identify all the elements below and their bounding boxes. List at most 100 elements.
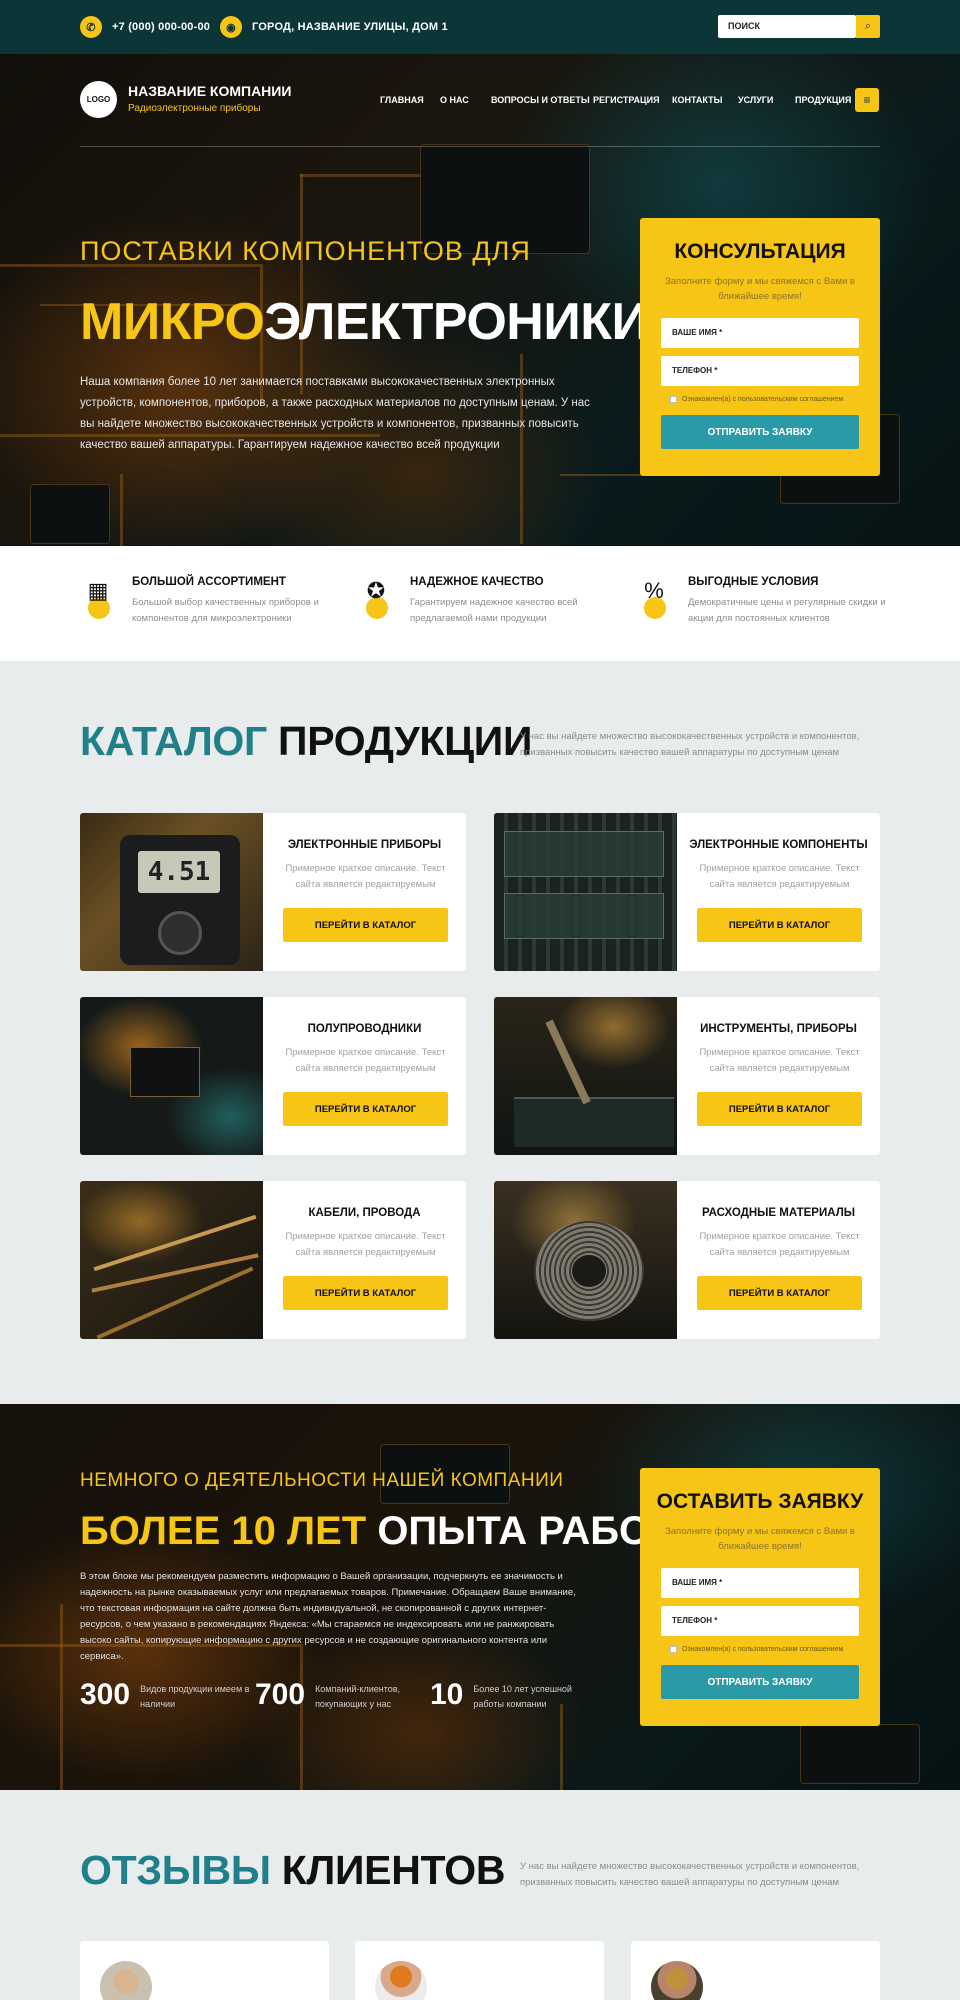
request-phone-field[interactable]: ТЕЛЕФОН * [661, 1606, 859, 1636]
catalog-button[interactable]: ПЕРЕЙТИ В КАТАЛОГ [283, 1276, 448, 1310]
location-icon: ◉ [220, 16, 242, 38]
feature-title: БОЛЬШОЙ АССОРТИМЕНТ [132, 576, 286, 588]
feature-text: Гарантируем надежное качество всей предл… [410, 597, 578, 624]
catalog-title: КАТАЛОГ ПРОДУКЦИИ [80, 718, 532, 765]
avatar [100, 1961, 152, 2000]
multimeter-image: 4.51 [80, 813, 263, 971]
feature-title: ВЫГОДНЫЕ УСЛОВИЯ [688, 576, 819, 588]
review-card [80, 1941, 329, 2000]
consult-form-title: КОНСУЛЬТАЦИЯ [674, 240, 846, 263]
avatar [375, 1961, 427, 2000]
consult-agree-label: Ознакомлен(а) с пользовательским соглаше… [682, 396, 844, 403]
review-card [631, 1941, 880, 2000]
checkbox-icon [670, 396, 677, 403]
card-title: КАБЕЛИ, ПРОВОДА [308, 1207, 421, 1219]
phone-contact[interactable]: ✆ +7 (000) 000-00-00 [80, 16, 210, 38]
stat-label: Компаний-клиентов, покупающих у нас [315, 1684, 400, 1709]
catalog-description: У нас вы найдете множество высококачеств… [520, 731, 860, 758]
stat-label: Более 10 лет успешной работы компании [473, 1684, 572, 1709]
stat-years: 10 Более 10 лет успешной работы компании [430, 1680, 583, 1712]
circuit-boards-image [494, 813, 677, 971]
catalog-card-tools[interactable]: ИНСТРУМЕНТЫ, ПРИБОРЫ Примерное краткое о… [494, 997, 880, 1155]
menu-icon: ≡ [863, 93, 871, 107]
header-divider [80, 146, 880, 147]
consult-agree-checkbox[interactable]: Ознакомлен(а) с пользовательским соглаше… [670, 396, 843, 403]
soldering-image [494, 997, 677, 1155]
reviews-title-rest: КЛИЕНТОВ [270, 1847, 506, 1893]
phone-icon: ✆ [80, 16, 102, 38]
feature-title: НАДЕЖНОЕ КАЧЕСТВО [410, 576, 544, 588]
consult-name-field[interactable]: ВАШЕ ИМЯ * [661, 318, 859, 348]
nav-item-faq[interactable]: ВОПРОСЫ И ОТВЕТЫ [491, 95, 590, 105]
catalog-button[interactable]: ПЕРЕЙТИ В КАТАЛОГ [283, 1092, 448, 1126]
about-kicker: НЕМНОГО О ДЕЯТЕЛЬНОСТИ НАШЕЙ КОМПАНИИ [80, 1470, 564, 1491]
stat-label: Видов продукции имеем в наличии [140, 1684, 250, 1709]
features-strip: ▦ БОЛЬШОЙ АССОРТИМЕНТ Большой выбор каче… [0, 546, 960, 661]
hero-section: LOGO НАЗВАНИЕ КОМПАНИИ Радиоэлектронные … [0, 54, 960, 546]
nav-item-about[interactable]: О НАС [440, 95, 469, 105]
request-agree-label: Ознакомлен(а) с пользовательским соглаше… [682, 1646, 844, 1653]
card-title: ИНСТРУМЕНТЫ, ПРИБОРЫ [700, 1023, 857, 1035]
catalog-title-rest: ПРОДУКЦИИ [266, 718, 533, 764]
card-title: ЭЛЕКТРОННЫЕ КОМПОНЕНТЫ [689, 839, 868, 851]
hero-title-accent: МИКРО [80, 293, 265, 351]
review-card [355, 1941, 604, 2000]
request-submit-button[interactable]: ОТПРАВИТЬ ЗАЯВКУ [661, 1665, 859, 1699]
address-text: ГОРОД, НАЗВАНИЕ УЛИЦЫ, ДОМ 1 [252, 21, 448, 33]
about-description: В этом блоке мы рекомендуем разместить и… [80, 1571, 576, 1662]
cables-image [80, 1181, 263, 1339]
search-input[interactable]: ПОИСК [718, 15, 856, 38]
chip-icon: ▦ [80, 573, 116, 619]
catalog-button[interactable]: ПЕРЕЙТИ В КАТАЛОГ [697, 1276, 862, 1310]
consult-phone-field[interactable]: ТЕЛЕФОН * [661, 356, 859, 386]
catalog-card-instruments[interactable]: 4.51 ЭЛЕКТРОННЫЕ ПРИБОРЫ Примерное кратк… [80, 813, 466, 971]
catalog-card-consumables[interactable]: РАСХОДНЫЕ МАТЕРИАЛЫ Примерное краткое оп… [494, 1181, 880, 1339]
search-icon: ⌕ [864, 20, 872, 32]
search-button[interactable]: ⌕ [856, 15, 880, 38]
stat-number: 700 [255, 1678, 306, 1711]
phone-number: +7 (000) 000-00-00 [112, 21, 211, 33]
catalog-card-semiconductors[interactable]: ПОЛУПРОВОДНИКИ Примерное краткое описани… [80, 997, 466, 1155]
catalog-button[interactable]: ПЕРЕЙТИ В КАТАЛОГ [283, 908, 448, 942]
card-title: ПОЛУПРОВОДНИКИ [307, 1023, 422, 1035]
logo[interactable]: LOGO [80, 81, 117, 118]
company-name: НАЗВАНИЕ КОМПАНИИ [128, 83, 292, 99]
card-description: Примерное краткое описание. Текст сайта … [699, 863, 860, 890]
reviews-description: У нас вы найдете множество высококачеств… [520, 1861, 860, 1888]
hero-kicker: ПОСТАВКИ КОМПОНЕНТОВ ДЛЯ [80, 236, 531, 266]
catalog-card-cables[interactable]: КАБЕЛИ, ПРОВОДА Примерное краткое описан… [80, 1181, 466, 1339]
about-section: НЕМНОГО О ДЕЯТЕЛЬНОСТИ НАШЕЙ КОМПАНИИ БО… [0, 1404, 960, 1790]
nav-item-products[interactable]: ПРОДУКЦИЯ [795, 95, 851, 105]
stat-products: 300 Видов продукции имеем в наличии [80, 1680, 250, 1712]
hero-description: Наша компания более 10 лет занимается по… [80, 376, 590, 451]
consult-form: КОНСУЛЬТАЦИЯ Заполните форму и мы свяжем… [640, 218, 880, 476]
stat-number: 300 [80, 1678, 131, 1711]
request-form-title: ОСТАВИТЬ ЗАЯВКУ [656, 1490, 864, 1513]
nav-item-home[interactable]: ГЛАВНАЯ [380, 95, 424, 105]
feature-text: Демократичные цены и регулярные скидки и… [688, 597, 886, 624]
catalog-button[interactable]: ПЕРЕЙТИ В КАТАЛОГ [697, 908, 862, 942]
reviews-title-accent: ОТЗЫВЫ [80, 1847, 271, 1893]
menu-button[interactable]: ≡ [855, 88, 879, 112]
nav-item-registration[interactable]: РЕГИСТРАЦИЯ [593, 95, 660, 105]
stat-number: 10 [430, 1678, 464, 1711]
catalog-card-components[interactable]: ЭЛЕКТРОННЫЕ КОМПОНЕНТЫ Примерное краткое… [494, 813, 880, 971]
consult-submit-button[interactable]: ОТПРАВИТЬ ЗАЯВКУ [661, 415, 859, 449]
card-title: ЭЛЕКТРОННЫЕ ПРИБОРЫ [287, 839, 442, 851]
card-description: Примерное краткое описание. Текст сайта … [285, 863, 446, 890]
request-agree-checkbox[interactable]: Ознакомлен(а) с пользовательским соглаше… [670, 1646, 843, 1653]
avatar [651, 1961, 703, 2000]
nav-item-contacts[interactable]: КОНТАКТЫ [672, 95, 722, 105]
reviews-title: ОТЗЫВЫ КЛИЕНТОВ [80, 1847, 505, 1894]
card-title: РАСХОДНЫЕ МАТЕРИАЛЫ [701, 1207, 856, 1219]
semiconductors-image [80, 997, 263, 1155]
about-title-accent: БОЛЕЕ 10 ЛЕТ [80, 1509, 367, 1553]
request-name-field[interactable]: ВАШЕ ИМЯ * [661, 1568, 859, 1598]
checkbox-icon [670, 1646, 677, 1653]
nav-item-services[interactable]: УСЛУГИ [738, 95, 773, 105]
page: ✆ +7 (000) 000-00-00 ◉ ГОРОД, НАЗВАНИЕ У… [0, 0, 960, 2000]
address-contact: ◉ ГОРОД, НАЗВАНИЕ УЛИЦЫ, ДОМ 1 [220, 16, 448, 38]
solder-wire-image [494, 1181, 677, 1339]
consult-form-subtitle: Заполните форму и мы свяжемся с Вами в б… [665, 276, 855, 302]
catalog-button[interactable]: ПЕРЕЙТИ В КАТАЛОГ [697, 1092, 862, 1126]
